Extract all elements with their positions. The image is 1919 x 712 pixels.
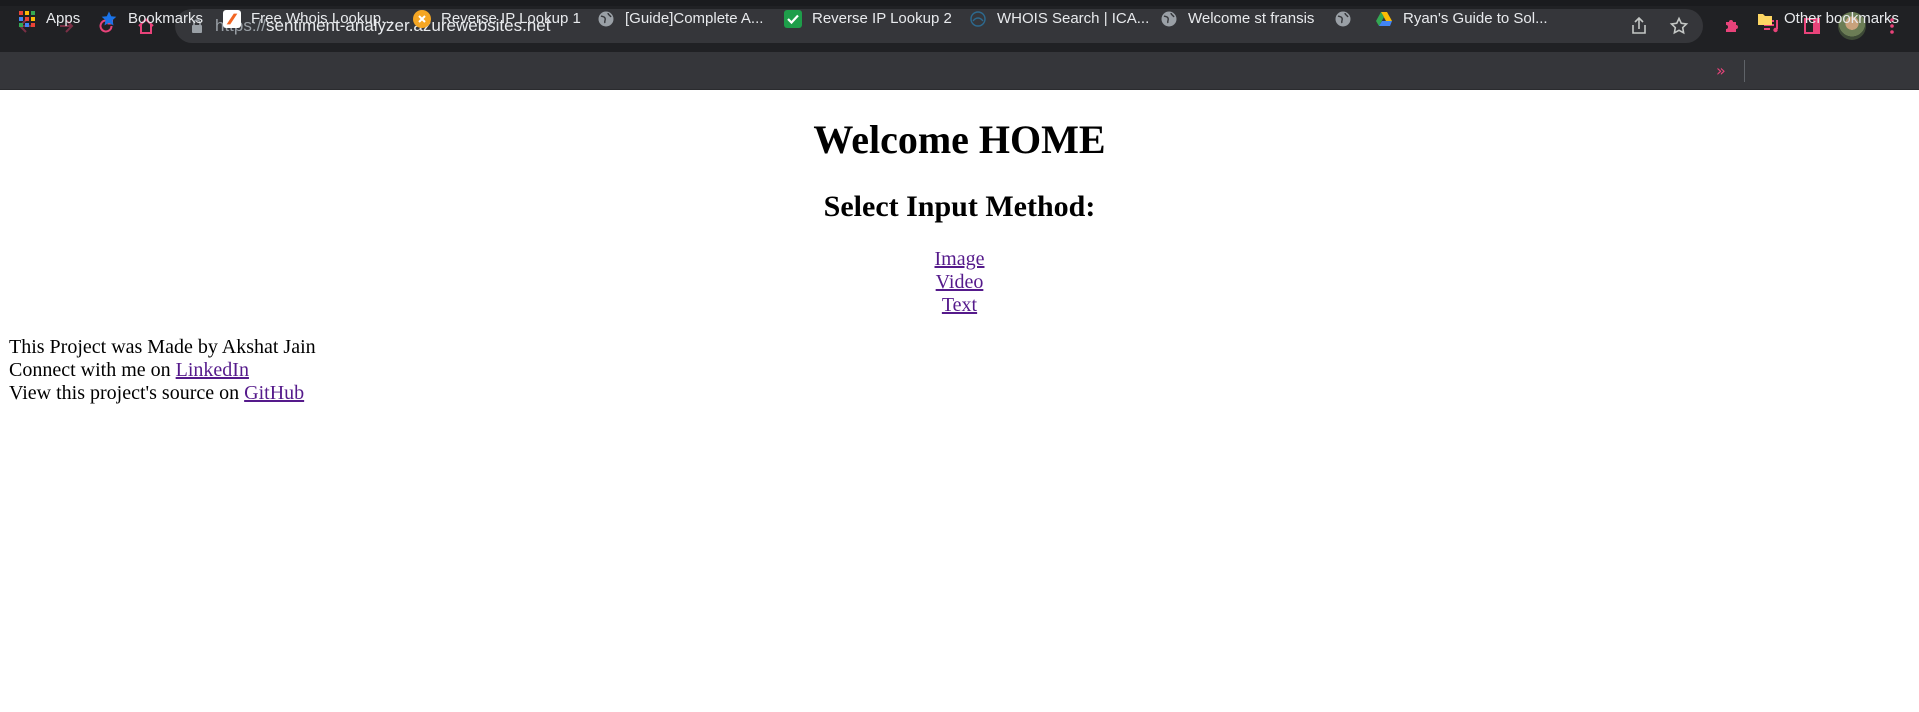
bookmarks-divider bbox=[1744, 60, 1745, 82]
bookmark-whois-search[interactable]: WHOIS Search | ICA... bbox=[969, 0, 1149, 37]
star-icon bbox=[100, 10, 118, 28]
apps-grid-icon bbox=[18, 10, 36, 28]
globe-icon bbox=[1160, 10, 1178, 28]
check-favicon bbox=[784, 9, 802, 28]
bookmark-reverse-ip-2[interactable]: Reverse IP Lookup 2 bbox=[784, 0, 952, 37]
bookmark-label: Bookmarks bbox=[128, 10, 204, 27]
bookmark-label: Apps bbox=[46, 10, 81, 27]
puzzle-icon bbox=[1726, 20, 1738, 32]
page-title: Welcome HOME bbox=[813, 117, 1106, 162]
text-link[interactable]: Text bbox=[942, 294, 977, 316]
whois-favicon bbox=[223, 9, 241, 28]
linkedin-prefix: Connect with me on bbox=[9, 359, 176, 381]
image-link[interactable]: Image bbox=[935, 248, 985, 270]
bookmark-label: Reverse IP Lookup 1 bbox=[441, 10, 581, 27]
google-drive-icon bbox=[1375, 10, 1393, 28]
share-icon[interactable] bbox=[1629, 16, 1649, 36]
globe-icon bbox=[597, 10, 615, 28]
page-content: Welcome HOME Select Input Method: Image … bbox=[0, 90, 1919, 712]
bookmarks-bar bbox=[0, 52, 1919, 90]
project-footer: This Project was Made by Akshat Jain Con… bbox=[9, 336, 316, 405]
bookmark-apps[interactable]: Apps bbox=[18, 0, 80, 37]
bookmark-label: Free Whois Lookup... bbox=[251, 10, 394, 27]
globe-icon bbox=[1334, 10, 1352, 28]
bookmark-welcome-st-fransis[interactable]: Welcome st fransis bbox=[1160, 0, 1314, 37]
bookmark-free-whois[interactable]: Free Whois Lookup... bbox=[223, 0, 394, 37]
bookmark-other-bookmarks[interactable]: Other bookmarks bbox=[1756, 0, 1899, 37]
icann-favicon bbox=[969, 10, 987, 28]
bookmarks-overflow-chevron[interactable]: » bbox=[1716, 52, 1726, 89]
bookmark-label: Welcome st fransis bbox=[1188, 10, 1315, 27]
extensions-button[interactable] bbox=[1720, 14, 1744, 38]
input-method-links: Image Video Text bbox=[0, 248, 1919, 317]
reverse-ip-favicon bbox=[413, 9, 431, 28]
bookmark-guide[interactable]: [Guide]Complete A... bbox=[597, 0, 763, 37]
bookmark-label: [Guide]Complete A... bbox=[625, 10, 764, 27]
folder-icon bbox=[1756, 10, 1774, 28]
bookmark-star-icon[interactable] bbox=[1669, 16, 1689, 36]
bookmark-bookmarks[interactable]: Bookmarks bbox=[100, 0, 203, 37]
video-link[interactable]: Video bbox=[936, 271, 984, 293]
bookmark-label: WHOIS Search | ICA... bbox=[997, 10, 1150, 27]
page-subtitle: Select Input Method: bbox=[823, 190, 1096, 223]
author-credit: This Project was Made by Akshat Jain bbox=[9, 336, 316, 358]
linkedin-link[interactable]: LinkedIn bbox=[176, 359, 249, 381]
bookmark-label: Reverse IP Lookup 2 bbox=[812, 10, 952, 27]
bookmark-label: Other bookmarks bbox=[1784, 10, 1900, 27]
github-prefix: View this project's source on bbox=[9, 382, 245, 404]
bookmark-ryans-guide[interactable]: Ryan's Guide to Sol... bbox=[1375, 0, 1548, 37]
bookmark-untitled[interactable] bbox=[1334, 0, 1362, 37]
bookmark-label: Ryan's Guide to Sol... bbox=[1403, 10, 1548, 27]
github-link[interactable]: GitHub bbox=[244, 382, 304, 404]
bookmark-reverse-ip-1[interactable]: Reverse IP Lookup 1 bbox=[413, 0, 581, 37]
